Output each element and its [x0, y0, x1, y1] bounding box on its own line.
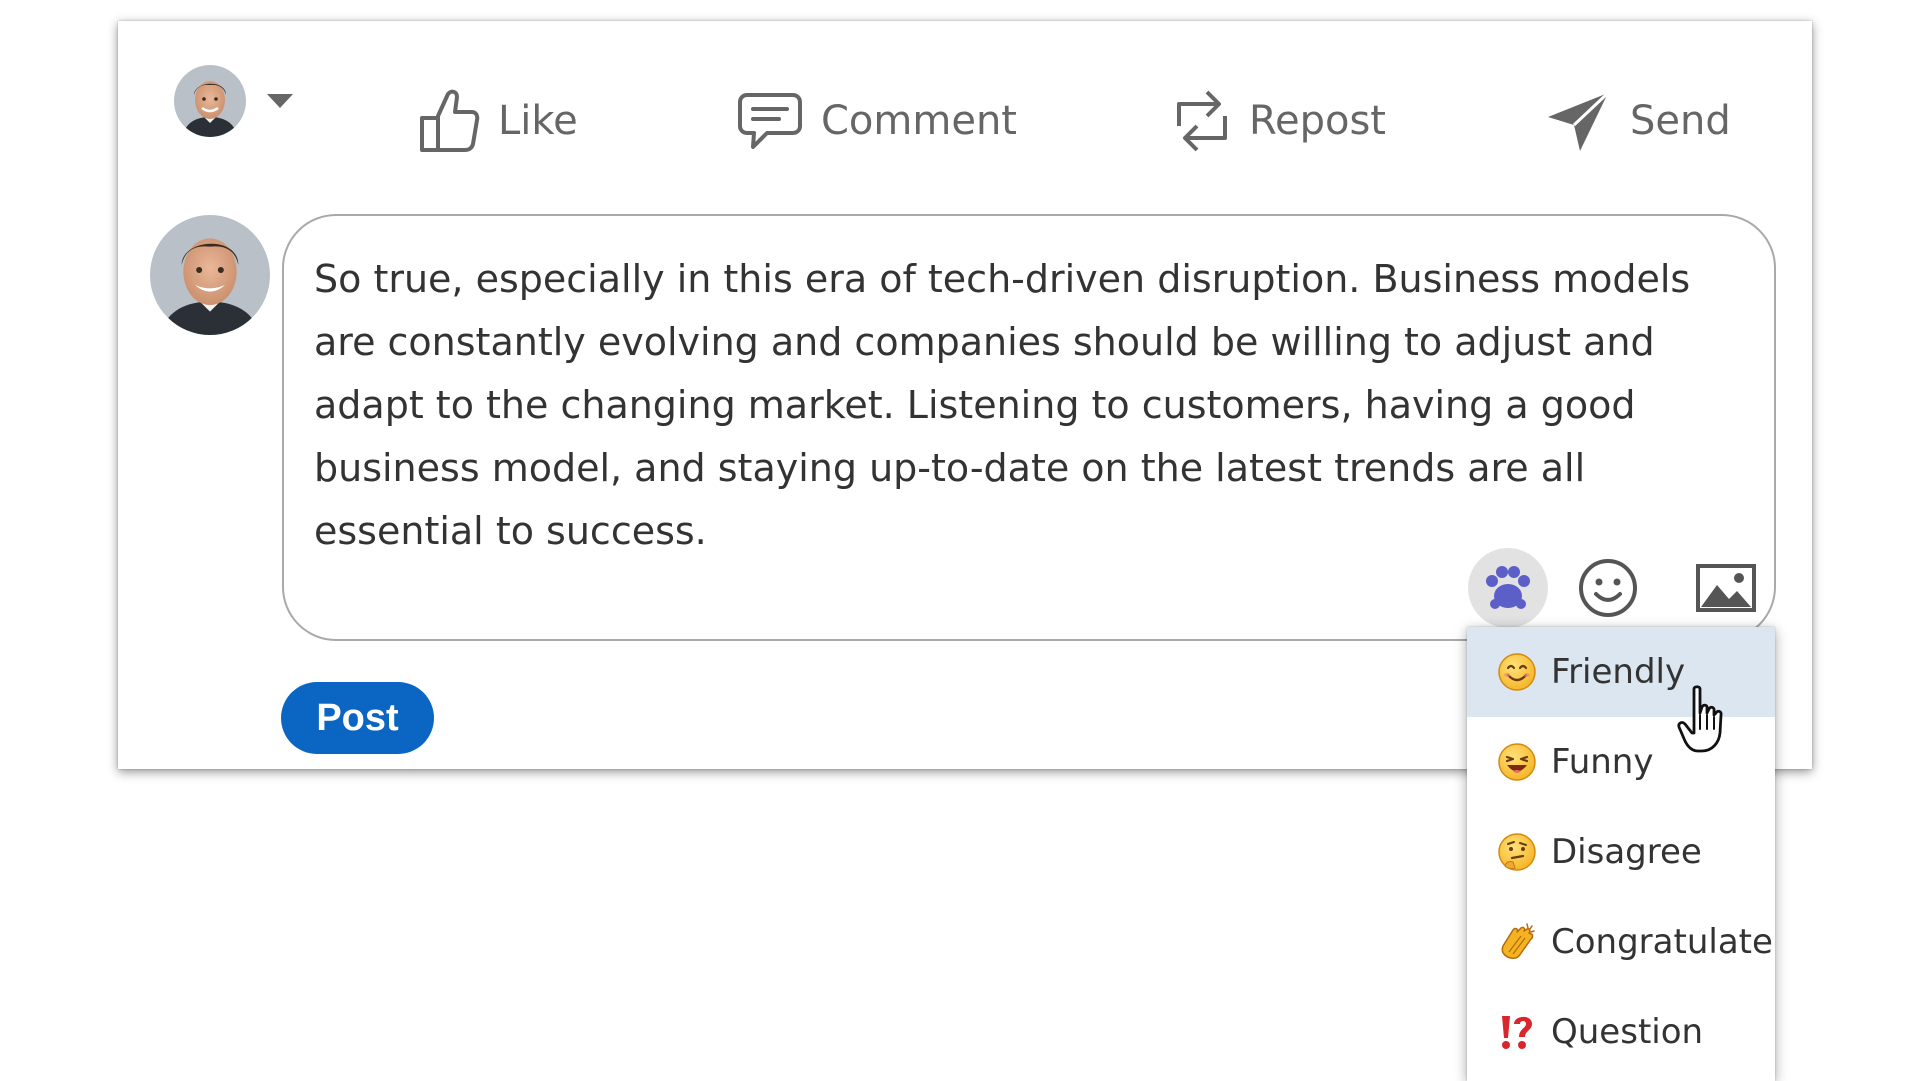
- thumbs-up-icon: [420, 89, 480, 152]
- repost-arrows-icon: [1177, 90, 1227, 152]
- image-icon: [1696, 564, 1756, 612]
- paw-tone-icon: [1486, 566, 1530, 609]
- comment-label: Comment: [821, 98, 1017, 144]
- exclamation-question-icon: [1502, 1016, 1532, 1049]
- send-label: Send: [1630, 98, 1731, 144]
- chevron-down-icon: [267, 94, 293, 108]
- thinking-face-icon: [1498, 833, 1536, 871]
- comment-composer[interactable]: So true, especially in this era of tech-…: [282, 214, 1776, 641]
- like-label: Like: [498, 98, 578, 144]
- post-button[interactable]: Post: [281, 682, 434, 754]
- clapping-hands-icon: [1501, 923, 1535, 959]
- comment-button[interactable]: Comment: [737, 79, 1017, 163]
- tone-picker-button[interactable]: [1468, 548, 1548, 628]
- avatar: [174, 65, 246, 137]
- menu-item-congratulate[interactable]: Congratulate: [1467, 897, 1775, 987]
- emoji-button[interactable]: [1568, 548, 1648, 628]
- hand-cursor-icon: [1677, 685, 1723, 753]
- actor-switcher[interactable]: [174, 61, 294, 141]
- like-button[interactable]: Like: [418, 79, 578, 163]
- menu-item-label: Question: [1551, 1012, 1704, 1052]
- menu-item-question[interactable]: Question: [1467, 987, 1775, 1077]
- menu-item-label: Congratulate: [1551, 922, 1773, 962]
- menu-item-label: Disagree: [1551, 832, 1702, 872]
- repost-label: Repost: [1249, 98, 1386, 144]
- menu-item-label: Funny: [1551, 742, 1654, 782]
- repost-button[interactable]: Repost: [1173, 79, 1386, 163]
- smiling-face-icon: [1498, 653, 1536, 691]
- send-button[interactable]: Send: [1546, 79, 1731, 163]
- commenter-avatar: [150, 215, 270, 335]
- menu-item-disagree[interactable]: Disagree: [1467, 807, 1775, 897]
- smiley-icon: [1579, 559, 1637, 617]
- laughing-face-icon: [1498, 743, 1536, 781]
- comment-text[interactable]: So true, especially in this era of tech-…: [314, 248, 1754, 563]
- social-action-bar: Like Comment Repost Send: [118, 21, 1812, 191]
- menu-item-label: Friendly: [1551, 652, 1686, 692]
- add-image-button[interactable]: [1686, 548, 1766, 628]
- paper-plane-icon: [1548, 91, 1610, 151]
- comment-bubble-icon: [738, 93, 802, 149]
